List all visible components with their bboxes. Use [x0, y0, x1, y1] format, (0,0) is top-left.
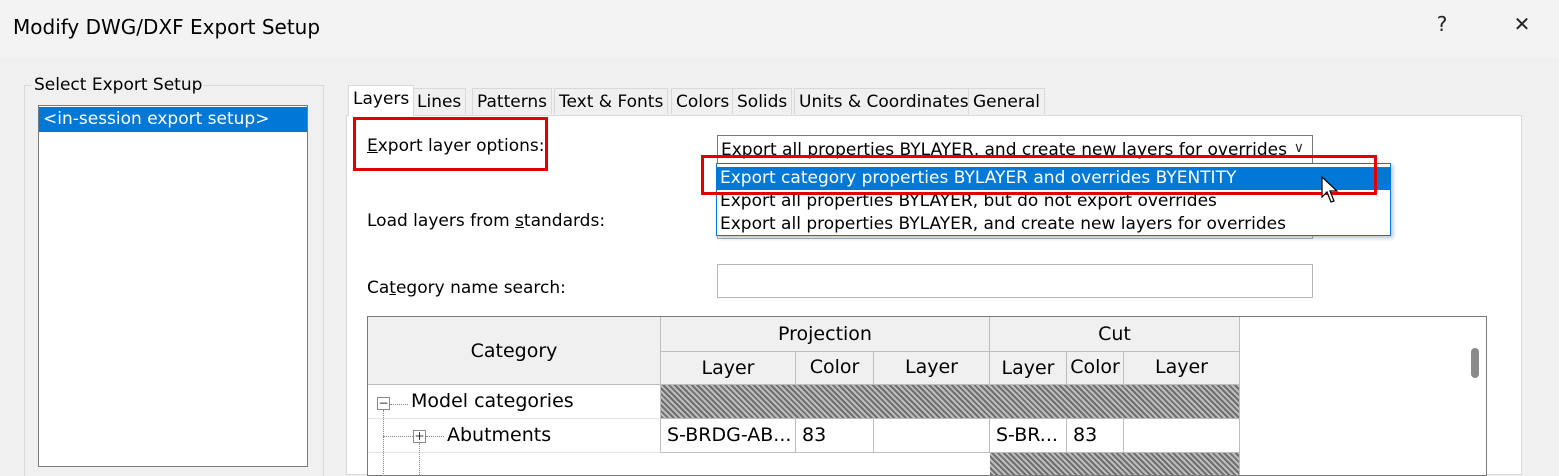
tab-general[interactable]: General [968, 88, 1045, 114]
disabled-cells [990, 453, 1240, 475]
row-category-label: Model categories [411, 390, 574, 412]
tab-lines[interactable]: Lines [412, 88, 467, 114]
tab-text-fonts[interactable]: Text & Fonts [554, 88, 669, 114]
collapse-icon[interactable]: − [377, 397, 390, 410]
tab-units-coordinates[interactable]: Units & Coordinates [794, 88, 974, 114]
header-category: Category [368, 317, 661, 385]
header-cut-layer: Layer [990, 352, 1067, 385]
tab-colors[interactable]: Colors [671, 88, 735, 114]
tab-solids[interactable]: Solids [732, 88, 793, 114]
header-projection-layer: Layer [661, 352, 796, 385]
header-cut-color: Color [1067, 352, 1124, 385]
cell-cut-layer2[interactable] [1124, 419, 1240, 453]
highlight-box-label [353, 117, 548, 171]
header-projection-color: Color [796, 352, 874, 385]
export-setup-list[interactable]: <in-session export setup> [38, 105, 308, 467]
highlight-box-option [701, 155, 1377, 195]
cell-projection-layer2[interactable] [874, 419, 990, 453]
tab-layers[interactable]: Layers [348, 85, 415, 116]
disabled-cells [661, 385, 1240, 419]
header-cut-layer2: Layer [1124, 352, 1240, 385]
cell-projection-color[interactable]: 83 [796, 419, 874, 453]
close-icon: ✕ [1513, 12, 1531, 36]
load-layers-label: Load layers from standards: [367, 211, 606, 231]
cell-cut-color[interactable]: 83 [1067, 419, 1124, 453]
chevron-down-icon[interactable]: ∨ [1294, 140, 1304, 156]
mouse-cursor-icon [1321, 176, 1339, 203]
table-scrollbar[interactable] [1466, 318, 1486, 468]
category-search-label: Category name search: [367, 278, 566, 298]
cell-projection-layer[interactable]: S-BRDG-AB... [661, 419, 796, 453]
layers-table: Category Projection Cut Layer Color Laye… [367, 316, 1487, 476]
header-projection: Projection [661, 317, 990, 352]
tree-connector [383, 436, 413, 437]
export-setup-label: Select Export Setup [32, 75, 205, 95]
tree-connector [419, 443, 420, 475]
export-setup-item-selected[interactable]: <in-session export setup> [39, 107, 307, 132]
close-button[interactable]: ✕ [1502, 12, 1542, 36]
window-title: Modify DWG/DXF Export Setup [13, 15, 321, 39]
help-button[interactable]: ? [1422, 12, 1462, 36]
expand-icon[interactable]: + [413, 430, 426, 443]
header-cut: Cut [990, 317, 1240, 352]
header-projection-layer2: Layer [874, 352, 990, 385]
tree-connector [390, 404, 408, 405]
category-search-input[interactable] [717, 264, 1313, 298]
row-category-label: Abutments [447, 424, 552, 446]
cell-cut-layer[interactable]: S-BR... [990, 419, 1067, 453]
table-row[interactable]: Model categories [368, 385, 661, 419]
dropdown-option[interactable]: Export all properties BYLAYER, and creat… [717, 213, 1390, 236]
tree-connector [426, 436, 444, 437]
scrollbar-thumb[interactable] [1471, 348, 1479, 378]
tab-patterns[interactable]: Patterns [472, 88, 553, 114]
